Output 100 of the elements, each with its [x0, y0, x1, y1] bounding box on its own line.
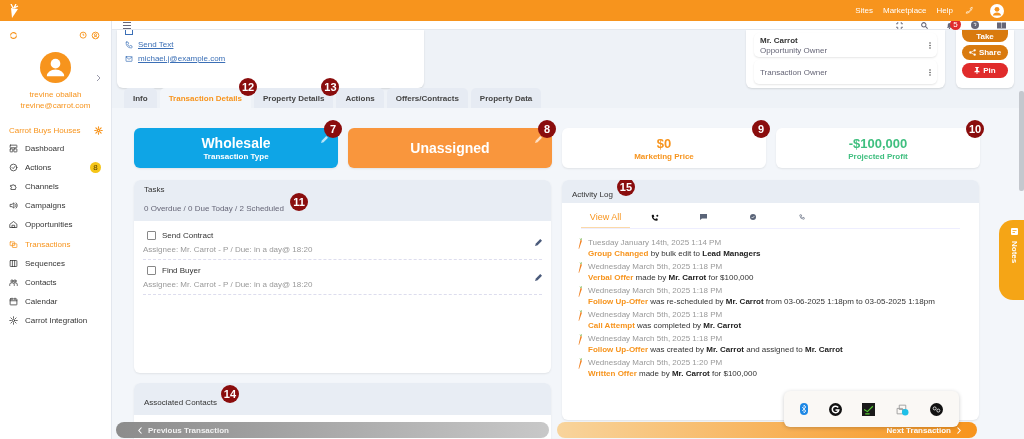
nav-item[interactable]: Calendar [9, 291, 111, 311]
user-circle-icon[interactable] [91, 31, 100, 40]
note-icon [1011, 228, 1018, 235]
help-icon[interactable] [971, 21, 979, 29]
clock-icon[interactable] [79, 31, 88, 40]
stat-value: Unassigned [410, 140, 490, 156]
owner-name: Mr. Carrot [760, 35, 799, 45]
pencil-icon[interactable] [535, 238, 542, 246]
user-email: trevine@carrot.com [19, 101, 92, 110]
pin-icon [974, 67, 981, 74]
gear-icon [9, 315, 18, 325]
activity-date: Wednesday March 5th, 2025 1:20 PM [588, 358, 724, 367]
task-summary: 0 Overdue / 0 Due Today / 2 Scheduled [144, 204, 284, 213]
nav-item[interactable]: Carrot Integration [9, 310, 111, 330]
search-icon[interactable] [921, 21, 928, 29]
share-icon [968, 49, 976, 56]
stat-value: $0 [656, 135, 672, 151]
carrot-icon [578, 334, 582, 345]
plain-action-button[interactable]: Take [962, 30, 1008, 42]
carrot-icon [578, 358, 582, 369]
activity-entry: Written Offer made by Mr. Carrot for $100,000 [588, 369, 757, 378]
annotation-marker: 11 [289, 193, 308, 211]
carrot-icon [578, 310, 582, 321]
pencil-icon[interactable] [535, 273, 542, 281]
panel-title: Tasks [144, 185, 166, 194]
g-logo-icon[interactable] [828, 402, 842, 416]
panel-title: Activity Log [572, 189, 613, 199]
check-circle-icon [9, 163, 18, 173]
activity-entry: Call Attempt was completed by Mr. Carrot [588, 321, 742, 330]
pin-action-button[interactable]: Pin [962, 63, 1008, 78]
annotation-marker: 15 [616, 180, 635, 196]
stat-label: Projected Profit [848, 151, 908, 161]
annotation-marker: 7 [324, 120, 342, 138]
carrot-icon [578, 286, 582, 297]
owner-role: Opportunity Owner [760, 45, 829, 55]
nav-item[interactable]: Campaigns [9, 196, 111, 216]
stat-label: Marketing Price [634, 151, 694, 161]
contact-link[interactable]: michael.j@example.com [138, 54, 226, 63]
task-title: Send Contract [162, 230, 214, 240]
annotation-marker: 14 [220, 385, 239, 403]
puzzle-icon [9, 182, 18, 192]
task-title: Find Buyer [162, 265, 201, 275]
tab[interactable]: Offers/Contracts [386, 88, 468, 108]
tab[interactable]: Info [124, 88, 157, 108]
cloud-icon[interactable] [896, 402, 910, 416]
stat-label: Transaction Type [203, 152, 269, 161]
dashboard-icon [9, 144, 18, 154]
terminal-icon[interactable] [862, 402, 876, 416]
columns-icon [9, 258, 18, 268]
activity-entry: Follow Up-Offer was created by Mr. Carrot and assigned to Mr. Carrot [588, 345, 843, 354]
nav-item[interactable]: Opportunities [9, 215, 111, 235]
activity-date: Wednesday March 5th, 2025 1:18 PM [588, 286, 724, 295]
annotation-marker: 10 [966, 120, 984, 138]
activity-entry: Group Changed by bulk edit to Lead Managers [588, 249, 761, 258]
contact-link[interactable]: Send Text [138, 40, 174, 49]
house-icon [9, 220, 18, 230]
activity-date: Wednesday March 5th, 2025 1:18 PM [588, 310, 724, 319]
count-badge: 8 [90, 162, 101, 174]
nav-item[interactable]: Contacts [9, 272, 111, 292]
company-name: Carrot Buys Houses [9, 126, 81, 135]
fullscreen-icon[interactable] [896, 21, 903, 29]
chat-icon [700, 214, 707, 220]
avatar-icon [40, 52, 71, 83]
task-meta: Assignee: Mr. Carrot - P / Due: in a day@ 18:20 [143, 244, 314, 254]
nav-item[interactable]: Sequences [9, 253, 111, 273]
tab[interactable]: Property Data [470, 88, 542, 108]
check-circle-icon [749, 214, 756, 220]
carrot-logo[interactable] [8, 3, 20, 18]
book-icon[interactable] [997, 21, 1006, 29]
tab[interactable]: Actions [336, 88, 384, 108]
nav-item[interactable]: Channels [9, 177, 111, 197]
carrot-icon [578, 262, 582, 273]
activity-date: Wednesday March 5th, 2025 1:18 PM [588, 262, 724, 271]
share-action-button[interactable]: Share [962, 45, 1008, 60]
bluetooth-icon[interactable] [800, 403, 809, 415]
chevron-left-icon [138, 426, 142, 434]
menu-icon[interactable] [123, 21, 131, 29]
carrot-icon [578, 238, 582, 249]
stacked-cards-icon [9, 239, 18, 249]
people-icon [9, 277, 18, 287]
panel-title: Associated Contacts [144, 398, 217, 407]
gear-icon[interactable] [94, 126, 103, 135]
activity-entry: Follow Up-Offer was re-scheduled by Mr. Carrot from 03-06-2025 1:18pm to 03-05-2025 1:18pm [588, 297, 935, 306]
logo-icon[interactable] [929, 402, 943, 416]
checkbox[interactable] [147, 230, 156, 240]
checkbox[interactable] [147, 265, 156, 275]
nav-item[interactable]: Dashboard [9, 139, 111, 159]
user-name: trevine oballah [28, 90, 83, 99]
speaker-icon [9, 201, 18, 211]
refresh-icon[interactable] [9, 31, 18, 40]
avatar-icon[interactable] [990, 3, 1004, 18]
notification-badge: 5 [950, 21, 961, 30]
stat-value: -$100,000 [848, 135, 908, 151]
mail-icon [125, 54, 133, 63]
stat-value: Wholesale [201, 135, 271, 151]
task-meta: Assignee: Mr. Carrot - P / Due: in a day@ 18:20 [143, 279, 314, 289]
scrollbar[interactable] [1019, 91, 1024, 191]
notes-label: Notes [1010, 241, 1019, 264]
nav-item[interactable]: Actions 8 [9, 158, 111, 178]
chevron-right-icon[interactable] [96, 74, 101, 82]
